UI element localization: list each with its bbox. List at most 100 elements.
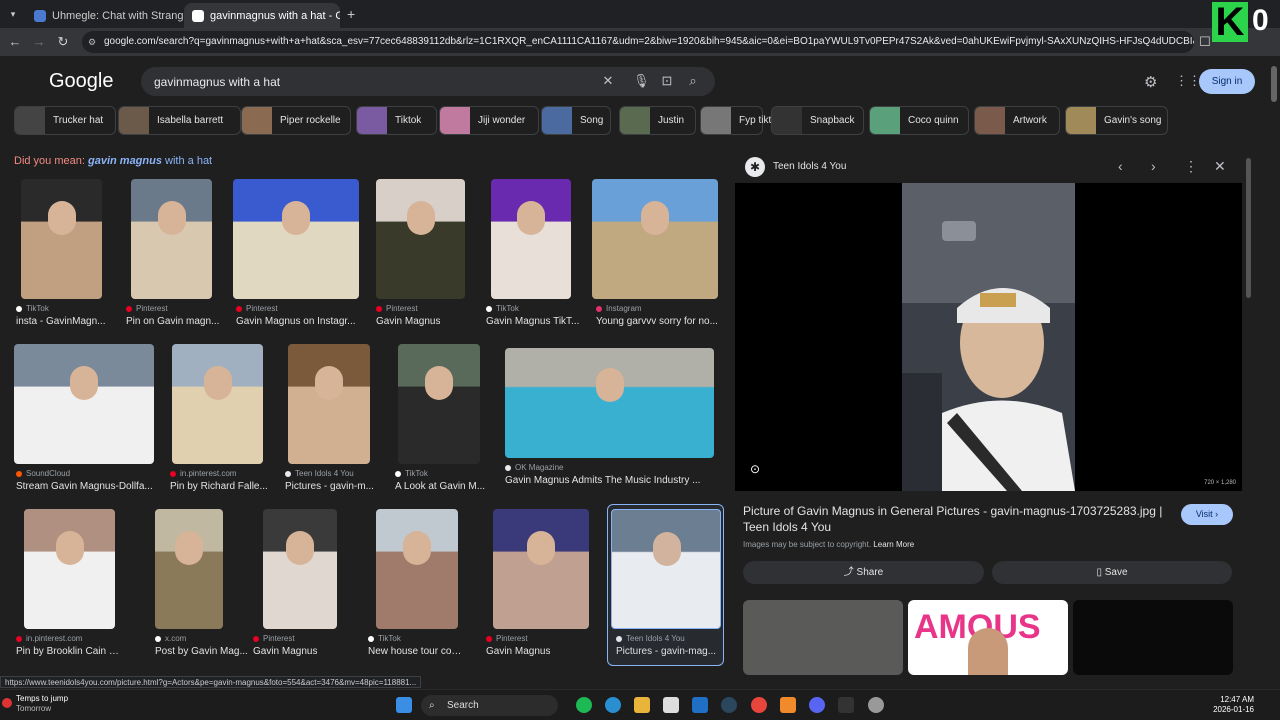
result-title[interactable]: Gavin Magnus Admits The Music Industry .… [505, 475, 700, 486]
result-source[interactable]: Pinterest [236, 304, 278, 313]
result-title[interactable]: A Look at Gavin M... [395, 481, 485, 492]
result-source[interactable]: in.pinterest.com [16, 634, 82, 643]
result-source[interactable]: Pinterest [376, 304, 418, 313]
result-thumbnail[interactable] [21, 179, 102, 299]
result-thumbnail[interactable] [263, 509, 337, 629]
search-chip[interactable]: Jiji wonder [439, 106, 539, 135]
save-button[interactable]: ▯ Save [992, 561, 1232, 584]
discord-icon[interactable] [809, 697, 825, 713]
result-source[interactable]: Pinterest [126, 304, 168, 313]
result-thumbnail[interactable] [592, 179, 718, 299]
sign-in-button[interactable]: Sign in [1199, 69, 1255, 94]
result-source[interactable]: Teen Idols 4 You [285, 469, 354, 478]
result-title[interactable]: Gavin Magnus TikT... [486, 316, 579, 327]
panel-scrollbar[interactable] [1244, 150, 1253, 675]
previous-result-icon[interactable]: ‹ [1118, 158, 1123, 174]
file-explorer-icon[interactable] [634, 697, 650, 713]
result-source[interactable]: Pinterest [253, 634, 295, 643]
search-chip[interactable]: Isabella barrett [118, 106, 241, 135]
tab-list-icon[interactable]: ▾ [6, 7, 20, 21]
result-title[interactable]: Gavin Magnus on Instagr... [236, 316, 356, 327]
result-title[interactable]: Pictures - gavin-m... [285, 481, 374, 492]
lens-icon[interactable]: ⊡ [660, 74, 674, 88]
result-title[interactable]: Gavin Magnus [376, 316, 440, 327]
result-source[interactable]: Pinterest [486, 634, 528, 643]
result-title[interactable]: Pin by Brooklin Cain o... [16, 646, 119, 657]
reload-icon[interactable]: ↻ [55, 34, 71, 50]
related-image[interactable]: AMOUS [908, 600, 1068, 675]
result-title[interactable]: Post by Gavin Mag... [155, 646, 248, 657]
preview-image[interactable] [902, 183, 1075, 491]
result-thumbnail[interactable] [172, 344, 263, 464]
result-source[interactable]: TikTok [368, 634, 401, 643]
result-source[interactable]: OK Magazine [505, 463, 563, 472]
new-tab-icon[interactable]: + [347, 6, 355, 22]
result-thumbnail[interactable] [376, 509, 458, 629]
result-thumbnail[interactable] [155, 509, 223, 629]
tab-google-search[interactable]: gavinmagnus with a hat - Goog ✕ [184, 3, 340, 28]
result-thumbnail[interactable] [398, 344, 480, 464]
result-source[interactable]: TikTok [395, 469, 428, 478]
page-scrollbar[interactable] [1268, 56, 1280, 688]
preview-image-area[interactable]: ⊙ 720 × 1,280 [735, 183, 1242, 491]
result-source[interactable]: in.pinterest.com [170, 469, 236, 478]
result-source[interactable]: TikTok [486, 304, 519, 313]
search-chip[interactable]: Tiktok [356, 106, 437, 135]
search-chip[interactable]: Gavin's song [1065, 106, 1168, 135]
result-source[interactable]: SoundCloud [16, 469, 70, 478]
weather-icon[interactable] [2, 698, 12, 708]
result-title[interactable]: Pin by Richard Falle... [170, 481, 268, 492]
result-source[interactable]: Instagram [596, 304, 642, 313]
result-thumbnail[interactable] [24, 509, 115, 629]
settings-app-icon[interactable] [868, 697, 884, 713]
result-thumbnail[interactable] [491, 179, 571, 299]
more-options-icon[interactable]: ⋮ [1184, 158, 1198, 175]
result-title[interactable]: Pin on Gavin magn... [126, 316, 219, 327]
terminal-icon[interactable] [838, 697, 854, 713]
result-title[interactable]: insta - GavinMagn... [16, 316, 105, 327]
did-you-mean-link[interactable]: gavin magnus [88, 155, 162, 167]
search-chip[interactable]: Justin [619, 106, 696, 135]
apps-grid-icon[interactable]: ⋮⋮ [1175, 73, 1201, 89]
spotify-icon[interactable] [576, 697, 592, 713]
search-chip[interactable]: Piper rockelle [241, 106, 351, 135]
search-icon[interactable]: ⌕ [686, 74, 700, 88]
result-title[interactable]: New house tour comi... [368, 646, 468, 657]
chrome-icon[interactable] [751, 697, 767, 713]
result-source[interactable]: x.com [155, 634, 186, 643]
edge-icon[interactable] [605, 697, 621, 713]
start-windows-icon[interactable] [396, 697, 412, 713]
search-chip[interactable]: Coco quinn [869, 106, 969, 135]
related-image[interactable] [1073, 600, 1233, 675]
visit-button[interactable]: Visit › [1181, 504, 1233, 525]
preview-caption[interactable]: Picture of Gavin Magnus in General Pictu… [743, 503, 1168, 535]
related-image[interactable] [743, 600, 903, 675]
result-title[interactable]: Young garvvv sorry for no... [596, 316, 718, 327]
outlook-icon[interactable] [692, 697, 708, 713]
taskbar-search[interactable]: ⌕ Search [421, 695, 558, 716]
did-you-mean-rest[interactable]: with a hat [165, 155, 212, 167]
site-info-icon[interactable]: ⚙ [88, 31, 96, 53]
back-icon[interactable]: ← [7, 34, 23, 50]
search-box[interactable]: gavinmagnus with a hat ✕ 🎙 ⊡ ⌕ [141, 67, 715, 96]
result-thumbnail[interactable] [505, 348, 714, 458]
learn-more-link[interactable]: Learn More [873, 540, 914, 549]
forward-icon[interactable]: → [31, 34, 47, 50]
result-thumbnail[interactable] [288, 344, 370, 464]
address-input[interactable]: ⚙ google.com/search?q=gavinmagnus+with+a… [82, 31, 1194, 53]
settings-gear-icon[interactable]: ⚙ [1144, 73, 1157, 91]
system-clock[interactable]: 12:47 AM 2026-01-16 [1206, 695, 1254, 715]
search-chip[interactable]: Snapback [771, 106, 864, 135]
weather-widget[interactable]: Temps to jump Tomorrow [16, 694, 68, 714]
search-input[interactable]: gavinmagnus with a hat [154, 75, 280, 89]
result-title[interactable]: Stream Gavin Magnus-Dollfa... [16, 481, 153, 492]
store-icon[interactable] [663, 697, 679, 713]
search-chip[interactable]: Song [541, 106, 611, 135]
next-result-icon[interactable]: › [1151, 158, 1156, 174]
preview-source-name[interactable]: Teen Idols 4 You [773, 161, 846, 172]
result-thumbnail[interactable] [233, 179, 359, 299]
search-chip[interactable]: Trucker hat [14, 106, 116, 135]
result-title[interactable]: Gavin Magnus [253, 646, 317, 657]
result-thumbnail[interactable] [493, 509, 589, 629]
close-preview-icon[interactable]: ✕ [1214, 158, 1226, 175]
